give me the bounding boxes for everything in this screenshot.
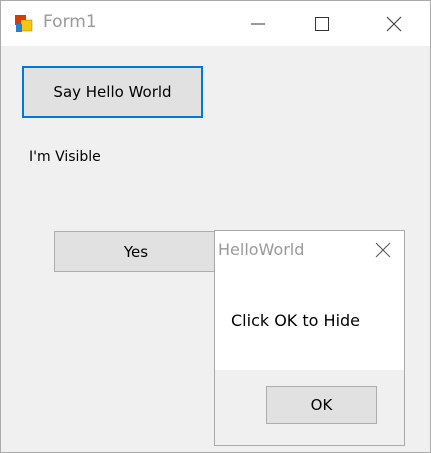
window-title: Form1 xyxy=(43,12,97,32)
dialog-footer: OK xyxy=(215,370,404,445)
app-icon xyxy=(14,14,34,34)
maximize-icon xyxy=(315,16,329,31)
close-icon xyxy=(386,16,402,31)
say-hello-button[interactable]: Say Hello World xyxy=(22,66,203,118)
dialog-title: HelloWorld xyxy=(218,240,305,259)
dialog-message: Click OK to Hide xyxy=(231,311,361,330)
ok-button[interactable]: OK xyxy=(266,386,377,424)
minimize-icon xyxy=(251,23,265,24)
close-button[interactable] xyxy=(371,1,417,46)
status-label: I'm Visible xyxy=(29,149,101,165)
message-box: HelloWorld Click OK to Hide OK xyxy=(214,230,405,446)
yes-button[interactable]: Yes xyxy=(54,231,218,272)
title-bar[interactable]: Form1 xyxy=(1,1,430,46)
close-icon xyxy=(375,242,391,258)
maximize-button[interactable] xyxy=(299,1,345,46)
dialog-close-button[interactable] xyxy=(363,231,403,269)
minimize-button[interactable] xyxy=(235,1,281,46)
